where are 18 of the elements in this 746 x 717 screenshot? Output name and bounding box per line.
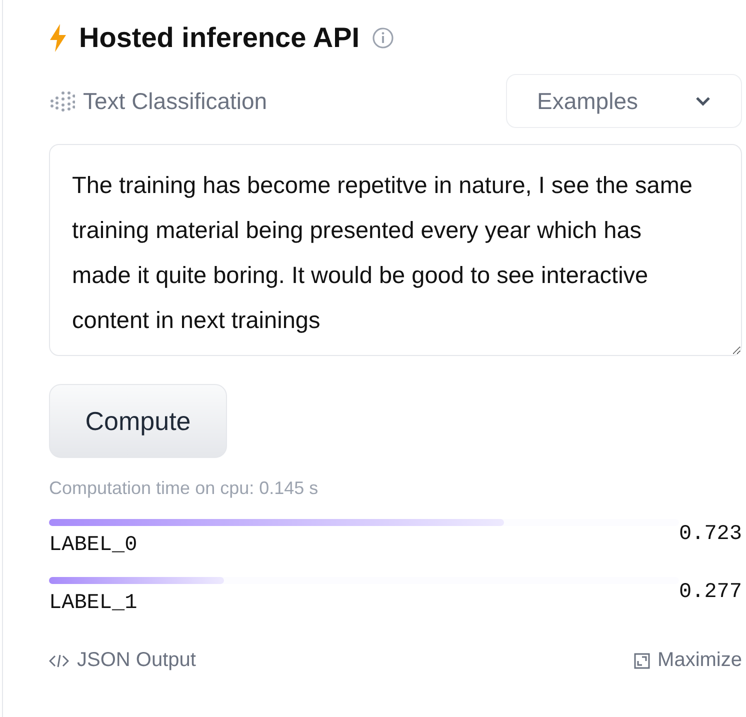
- computation-time: Computation time on cpu: 0.145 s: [49, 478, 320, 499]
- chevron-down-icon: [695, 96, 711, 106]
- dots-icon: [49, 90, 75, 112]
- compute-button[interactable]: Compute: [49, 384, 227, 458]
- info-icon[interactable]: [372, 27, 394, 49]
- input-field[interactable]: The training has become repetitve in nature, I see the same training material being presented every year which has made it quite boring. It would be good to see interactive content in next trainings: [49, 144, 742, 356]
- examples-dropdown[interactable]: Examples: [506, 74, 742, 128]
- maximize-link[interactable]: Maximize: [634, 649, 742, 672]
- result-label: LABEL_1: [49, 592, 138, 615]
- panel-title: Hosted inference API: [79, 22, 360, 54]
- task-label: Text Classification: [83, 88, 268, 114]
- result-score: 0.723: [678, 523, 742, 546]
- maximize-icon: [634, 652, 650, 668]
- json-output-link[interactable]: JSON Output: [49, 649, 196, 672]
- code-icon: [49, 652, 69, 668]
- lightning-icon: [49, 24, 67, 52]
- result-score: 0.277: [678, 581, 742, 604]
- result-label: LABEL_0: [49, 534, 138, 557]
